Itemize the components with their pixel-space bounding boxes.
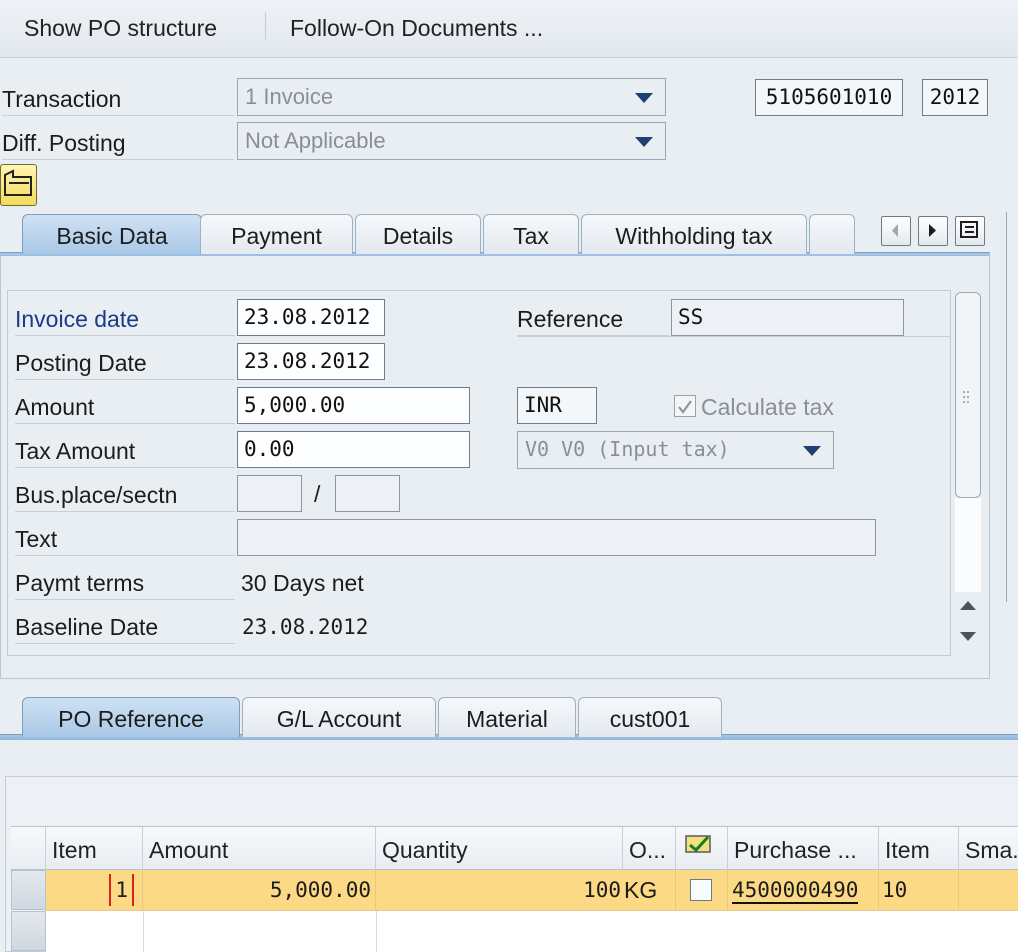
column-header-po-item[interactable]: Item <box>879 827 959 870</box>
side-pane-edge <box>1006 212 1018 602</box>
tax-amount-field[interactable]: 0.00 <box>237 431 470 468</box>
reference-divider <box>517 336 951 337</box>
paymt-terms-label: Paymt terms <box>15 564 235 600</box>
calculate-tax-checkbox[interactable] <box>674 395 696 417</box>
currency-field[interactable]: INR <box>517 387 597 424</box>
reference-label: Reference <box>517 300 669 336</box>
row-selector[interactable] <box>11 911 46 951</box>
posting-date-label: Posting Date <box>15 344 235 380</box>
triangle-up-icon <box>960 601 976 610</box>
tax-amount-label: Tax Amount <box>15 432 235 468</box>
row-quantity-cell[interactable]: 100 <box>376 870 623 910</box>
row-selector[interactable] <box>11 870 46 910</box>
row-select-cell[interactable] <box>676 870 728 910</box>
tab-withholding-tax[interactable]: Withholding tax <box>581 214 807 254</box>
table-row[interactable]: 1 5,000.00 100 KG 4500000490 10 <box>46 870 1018 911</box>
panel-scrollbar-track[interactable] <box>955 498 981 592</box>
tab-cust001[interactable]: cust001 <box>578 697 722 737</box>
column-header-select[interactable] <box>676 827 728 870</box>
row-select-checkbox[interactable] <box>690 879 712 901</box>
row-unit-cell[interactable]: KG <box>623 870 676 910</box>
select-all-header[interactable] <box>11 827 46 870</box>
row-small-cell[interactable] <box>959 870 1018 910</box>
column-header-purchase-order[interactable]: Purchase ... <box>728 827 879 870</box>
business-place-field[interactable] <box>237 475 302 512</box>
tab-payment[interactable]: Payment <box>200 214 353 254</box>
checkmark-icon <box>678 400 692 414</box>
panel-scrollbar-thumb[interactable] <box>955 292 981 498</box>
paymt-terms-value: 30 Days net <box>241 570 364 596</box>
text-field[interactable] <box>237 519 876 556</box>
calculate-tax-label: Calculate tax <box>701 394 834 420</box>
diff-posting-label: Diff. Posting <box>2 124 234 160</box>
diff-posting-value: Not Applicable <box>245 128 386 153</box>
triangle-down-icon <box>960 632 976 641</box>
transaction-label: Transaction <box>2 80 234 116</box>
section-code-field[interactable] <box>335 475 400 512</box>
tab-po-reference[interactable]: PO Reference <box>22 697 240 737</box>
invoice-date-field[interactable]: 23.08.2012 <box>237 299 385 336</box>
chevron-left-icon <box>892 224 898 237</box>
row-po-item-cell[interactable]: 10 <box>879 870 959 910</box>
bus-place-separator: / <box>314 481 321 507</box>
row-item-value: 1 <box>109 874 134 906</box>
toolbar-separator <box>265 12 266 40</box>
transaction-value: 1 Invoice <box>245 84 334 109</box>
application-toolbar: Show PO structure Follow-On Documents ..… <box>0 0 1018 58</box>
purchase-order-link[interactable]: 4500000490 <box>732 878 859 904</box>
amount-label: Amount <box>15 388 235 424</box>
bus-place-label: Bus.place/sectn <box>15 476 235 512</box>
fiscal-year-field: 2012 <box>922 79 988 116</box>
row-amount-cell[interactable]: 5,000.00 <box>143 870 376 910</box>
table-row-empty[interactable] <box>46 911 1018 952</box>
invoice-date-label: Invoice date <box>15 300 235 336</box>
show-po-structure-button[interactable]: Show PO structure <box>24 12 217 44</box>
tab-gl-account[interactable]: G/L Account <box>242 697 436 737</box>
tab-list-icon <box>960 221 978 238</box>
column-header-quantity[interactable]: Quantity <box>376 827 623 870</box>
chevron-right-icon <box>929 224 936 237</box>
tab-overflow[interactable] <box>809 214 855 254</box>
chevron-down-icon <box>635 93 653 103</box>
text-label: Text <box>15 520 235 556</box>
layout-toggle-button[interactable] <box>0 164 37 206</box>
reference-field[interactable]: SS <box>671 299 904 336</box>
tax-code-value: V0 V0 (Input tax) <box>525 437 730 461</box>
baseline-date-label: Baseline Date <box>15 608 235 644</box>
column-header-item[interactable]: Item <box>46 827 143 870</box>
tab-tax[interactable]: Tax <box>483 214 579 254</box>
tab-material[interactable]: Material <box>438 697 576 737</box>
transaction-dropdown[interactable]: 1 Invoice <box>237 78 666 116</box>
tax-code-dropdown[interactable]: V0 V0 (Input tax) <box>517 431 834 469</box>
amount-field[interactable]: 5,000.00 <box>237 387 470 424</box>
grid-divider <box>376 911 377 952</box>
posting-date-field[interactable]: 23.08.2012 <box>237 343 385 380</box>
tab-details[interactable]: Details <box>355 214 481 254</box>
column-header-order-unit[interactable]: O... <box>623 827 676 870</box>
column-header-amount[interactable]: Amount <box>143 827 376 870</box>
scroll-down-button[interactable] <box>955 624 981 648</box>
grid-header-row: Item Amount Quantity O... Purchase ... I… <box>11 826 1018 870</box>
column-header-small[interactable]: Sma... <box>959 827 1018 870</box>
chevron-down-icon <box>803 446 821 456</box>
diff-posting-dropdown[interactable]: Not Applicable <box>237 122 666 160</box>
grip-icon <box>963 391 969 403</box>
chevron-down-icon <box>635 137 653 147</box>
tab-scroll-left-button[interactable] <box>881 216 911 246</box>
row-purchase-order-cell[interactable]: 4500000490 <box>728 870 879 910</box>
tab-scroll-right-button[interactable] <box>918 216 948 246</box>
tab-basic-data[interactable]: Basic Data <box>22 214 202 254</box>
scroll-up-button[interactable] <box>955 594 981 618</box>
check-document-icon <box>685 835 711 853</box>
follow-on-documents-button[interactable]: Follow-On Documents ... <box>290 12 543 44</box>
grid-divider <box>143 911 144 952</box>
baseline-date-value: 23.08.2012 <box>242 615 369 639</box>
document-number-field: 5105601010 <box>755 79 903 116</box>
folder-icon <box>4 169 32 196</box>
row-item-cell[interactable]: 1 <box>46 870 143 910</box>
tab-list-button[interactable] <box>955 216 985 246</box>
